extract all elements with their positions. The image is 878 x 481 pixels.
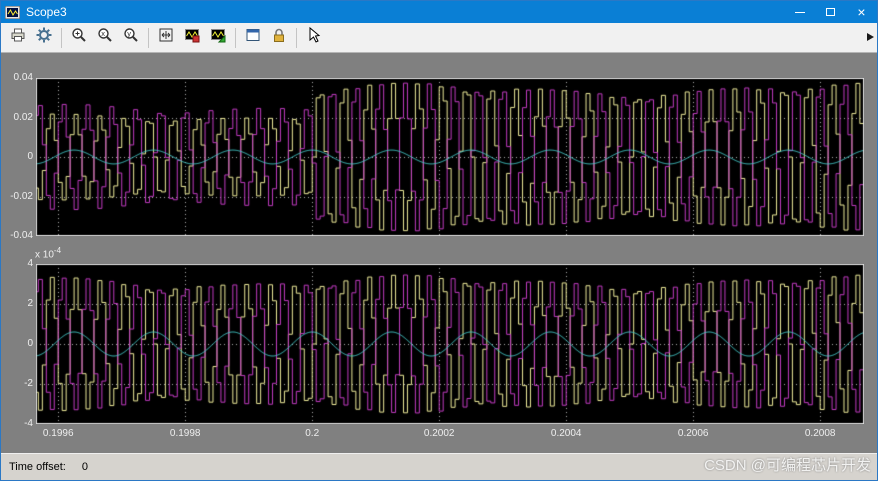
save-axes-button[interactable] bbox=[180, 26, 204, 50]
x-tick-label: 0.2002 bbox=[416, 428, 462, 439]
toolbar-separator bbox=[148, 28, 149, 48]
minimize-button[interactable] bbox=[784, 1, 815, 23]
y-tick-label: 4 bbox=[27, 258, 33, 269]
autoscale-button[interactable] bbox=[154, 26, 178, 50]
lower-plot[interactable] bbox=[36, 264, 864, 424]
watermark: CSDN @可编程芯片开发 bbox=[704, 454, 871, 475]
toolbar-separator bbox=[296, 28, 297, 48]
x-tick-label: 0.2004 bbox=[543, 428, 589, 439]
x-tick-label: 0.2008 bbox=[797, 428, 843, 439]
y-tick-label: 2 bbox=[27, 298, 33, 309]
save-axes-icon bbox=[183, 26, 201, 49]
toolbar-separator bbox=[61, 28, 62, 48]
x-tick-label: 0.1998 bbox=[162, 428, 208, 439]
zoom-button[interactable] bbox=[67, 26, 91, 50]
zoom-y-icon: y bbox=[122, 26, 140, 49]
zoom-y-button[interactable]: y bbox=[119, 26, 143, 50]
zoom-x-icon: x bbox=[96, 26, 114, 49]
restore-axes-icon bbox=[209, 26, 227, 49]
signal-selection-button[interactable] bbox=[302, 26, 326, 50]
x-tick-label: 0.2 bbox=[289, 428, 335, 439]
y-tick-labels: -0.04-0.0200.020.04-4-2024 bbox=[1, 53, 33, 453]
toolbar-overflow-icon[interactable] bbox=[867, 33, 874, 41]
print-icon bbox=[9, 26, 27, 49]
svg-text:y: y bbox=[127, 29, 131, 38]
y-tick-label: 0.04 bbox=[14, 72, 33, 83]
window-controls: × bbox=[784, 1, 877, 23]
y-tick-label: -0.04 bbox=[10, 230, 33, 241]
x-tick-label: 0.2006 bbox=[670, 428, 716, 439]
time-offset-label: Time offset: bbox=[9, 461, 66, 473]
svg-text:x: x bbox=[101, 29, 105, 38]
close-icon: × bbox=[857, 5, 865, 19]
y-tick-label: 0.02 bbox=[14, 112, 33, 123]
scope-display-area: -0.04-0.0200.020.04-4-2024 0.19960.19980… bbox=[1, 53, 877, 453]
y-axis-exponent-label: x 10-4 bbox=[35, 246, 61, 260]
window-title: Scope3 bbox=[26, 1, 67, 23]
zoom-icon bbox=[70, 26, 88, 49]
lock-icon bbox=[270, 26, 288, 49]
floating-scope-icon bbox=[244, 26, 262, 49]
y-tick-label: 0 bbox=[27, 151, 33, 162]
y-tick-label: 0 bbox=[27, 338, 33, 349]
scope-window: Scope3 × x bbox=[0, 0, 878, 481]
time-offset-value: 0 bbox=[82, 461, 88, 473]
minimize-icon bbox=[795, 12, 805, 13]
scope-app-icon bbox=[5, 5, 21, 19]
toolbar: x y bbox=[1, 23, 877, 53]
maximize-button[interactable] bbox=[815, 1, 846, 23]
gear-icon bbox=[35, 26, 53, 49]
upper-plot[interactable] bbox=[36, 78, 864, 236]
restore-axes-button[interactable] bbox=[206, 26, 230, 50]
close-button[interactable]: × bbox=[846, 1, 877, 23]
print-button[interactable] bbox=[6, 26, 30, 50]
y-tick-label: -0.02 bbox=[10, 191, 33, 202]
titlebar[interactable]: Scope3 × bbox=[1, 1, 877, 23]
x-tick-label: 0.1996 bbox=[35, 428, 81, 439]
lock-axes-button[interactable] bbox=[267, 26, 291, 50]
maximize-icon bbox=[826, 8, 835, 16]
x-tick-labels: 0.1996 0.1998 0.2 0.2002 0.2004 0.2006 0.2008 bbox=[1, 428, 877, 442]
parameters-button[interactable] bbox=[32, 26, 56, 50]
toolbar-separator bbox=[235, 28, 236, 48]
floating-scope-button[interactable] bbox=[241, 26, 265, 50]
autoscale-icon bbox=[157, 26, 175, 49]
zoom-x-button[interactable]: x bbox=[93, 26, 117, 50]
signal-selection-icon bbox=[305, 26, 323, 49]
y-tick-label: -2 bbox=[24, 378, 33, 389]
